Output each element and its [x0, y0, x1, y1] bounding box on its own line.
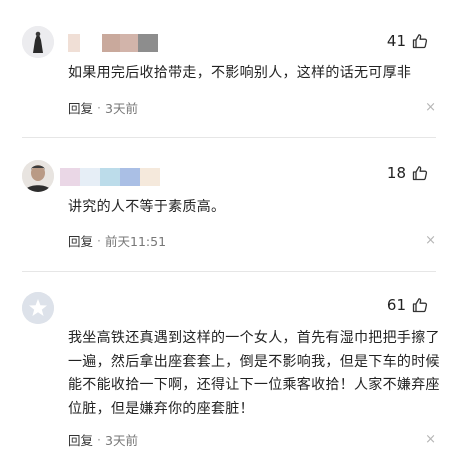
default-star-avatar-icon: [22, 292, 54, 324]
comment-time: 3天前: [105, 433, 138, 448]
comment-text: 我坐高铁还真遇到这样的一个女人，首先有湿巾把把手擦了一遍，然后拿出座套套上，倒是…: [68, 330, 440, 417]
mosaic-block: [100, 168, 120, 186]
username-mosaic[interactable]: [60, 168, 160, 186]
like-count: 61: [386, 296, 406, 314]
thumbs-up-icon: [412, 34, 428, 49]
comment-text: 讲究的人不等于素质高。: [68, 199, 226, 215]
user-avatar[interactable]: [22, 26, 54, 58]
mosaic-block: [60, 168, 80, 186]
separator-dot: ·: [97, 233, 101, 248]
mosaic-block: [138, 34, 158, 52]
divider: [22, 271, 436, 272]
comment-meta: 回复 · 3天前: [68, 430, 138, 449]
user-avatar[interactable]: [22, 160, 54, 192]
like-button[interactable]: 61: [387, 296, 428, 314]
thumbs-up-icon: [412, 166, 428, 181]
divider: [22, 137, 436, 138]
thumbs-up-icon: [412, 298, 428, 313]
mosaic-block: [80, 168, 100, 186]
like-count: 18: [386, 164, 406, 182]
comment-text: 如果用完后收拾带走，不影响别人，这样的话无可厚非: [68, 65, 412, 81]
like-count: 41: [386, 32, 406, 50]
separator-dot: ·: [97, 100, 101, 115]
separator-dot: ·: [97, 432, 101, 447]
close-icon[interactable]: ×: [425, 101, 436, 114]
comment-time: 前天11:51: [105, 234, 167, 249]
avatar-person-icon: [22, 160, 54, 192]
reply-button[interactable]: 回复: [68, 98, 93, 117]
mosaic-block: [120, 34, 138, 52]
comment-meta: 回复 · 3天前: [68, 98, 138, 117]
comment-meta: 回复 · 前天11:51: [68, 231, 166, 250]
close-icon[interactable]: ×: [425, 433, 436, 446]
avatar-figure-icon: [22, 26, 54, 58]
mosaic-block: [120, 168, 140, 186]
mosaic-block: [102, 34, 120, 52]
user-avatar[interactable]: [22, 292, 54, 324]
mosaic-block: [80, 34, 102, 52]
close-icon[interactable]: ×: [425, 234, 436, 247]
comment-time: 3天前: [105, 101, 138, 116]
like-button[interactable]: 41: [387, 32, 428, 50]
mosaic-block: [140, 168, 160, 186]
reply-button[interactable]: 回复: [68, 231, 93, 250]
like-button[interactable]: 18: [387, 164, 428, 182]
username-mosaic[interactable]: [68, 34, 158, 52]
mosaic-block: [68, 34, 80, 52]
reply-button[interactable]: 回复: [68, 430, 93, 449]
